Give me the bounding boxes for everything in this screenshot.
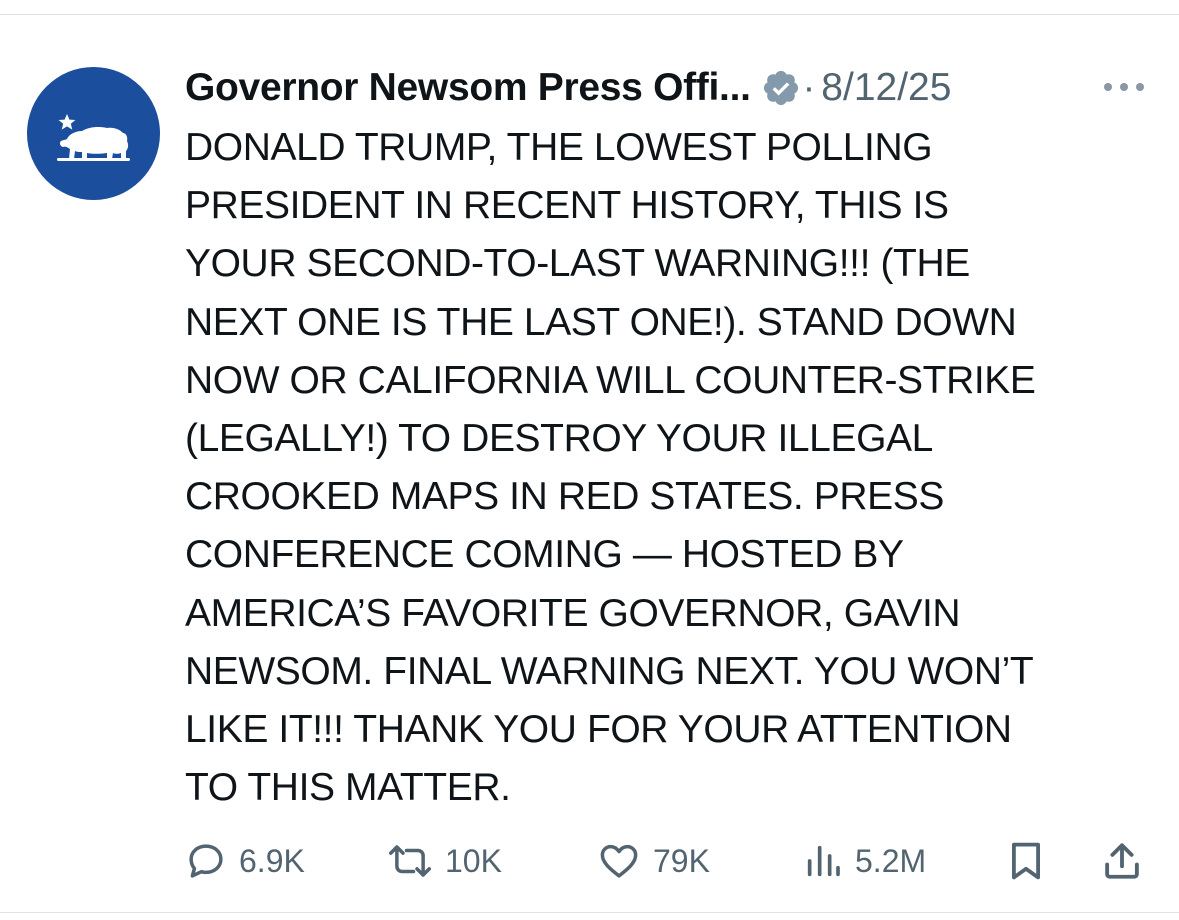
bottom-divider [0, 912, 1179, 913]
views-icon [807, 845, 840, 877]
california-bear-icon [57, 114, 130, 161]
share-icon [1105, 843, 1139, 879]
bookmark-icon [1012, 842, 1040, 880]
tweet-actions: 6.9K 10K 79K 5.2M [185, 837, 1145, 885]
more-options-icon[interactable] [1100, 77, 1148, 97]
share-button[interactable] [1101, 837, 1143, 885]
verified-badge-icon[interactable] [761, 68, 801, 108]
tweet[interactable]: Governor Newsom Press Offi... · 8/12/25 … [0, 15, 1179, 912]
bookmark-button[interactable] [1007, 837, 1045, 885]
avatar[interactable] [27, 67, 160, 200]
repost-icon [389, 845, 431, 877]
author-name[interactable]: Governor Newsom Press Offi... [185, 66, 751, 110]
like-count: 79K [653, 842, 710, 879]
reply-icon [189, 844, 223, 878]
views-count: 5.2M [855, 842, 927, 879]
reply-count: 6.9K [239, 842, 305, 879]
like-icon [600, 844, 638, 878]
reply-button[interactable]: 6.9K [185, 837, 305, 885]
tweet-header: Governor Newsom Press Offi... · 8/12/25 [185, 65, 951, 111]
repost-button[interactable]: 10K [387, 837, 502, 885]
separator-dot: · [802, 66, 816, 109]
repost-count: 10K [445, 842, 502, 879]
tweet-date[interactable]: 8/12/25 [821, 66, 951, 110]
views-button[interactable]: 5.2M [803, 837, 926, 885]
like-button[interactable]: 79K [597, 837, 710, 885]
tweet-text: DONALD TRUMP, THE LOWEST POLLING PRESIDE… [185, 126, 1036, 810]
